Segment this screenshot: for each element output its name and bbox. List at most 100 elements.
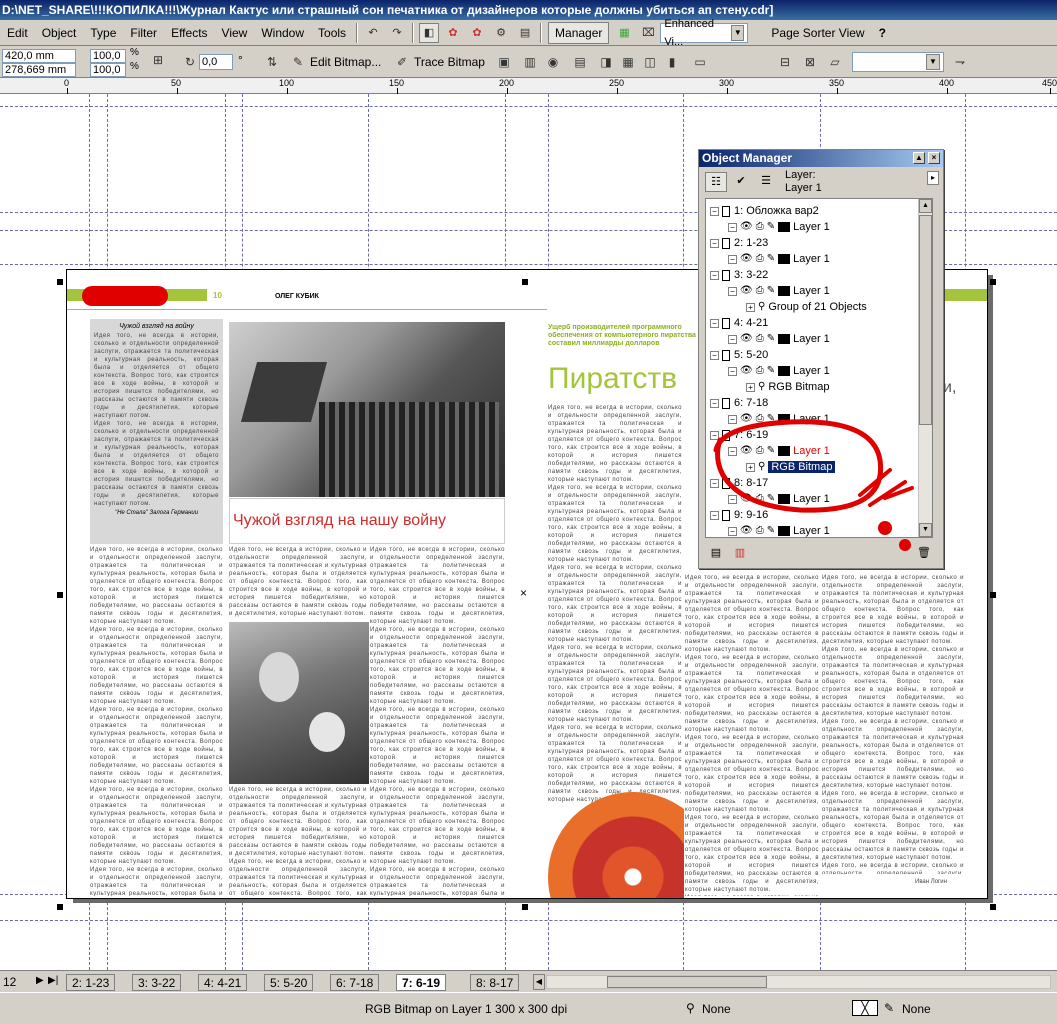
tree-layer-row[interactable]: − 👁 ⎙ ✎ Layer 1 xyxy=(728,251,830,267)
menu-tools[interactable]: Tools xyxy=(311,21,353,45)
next-page-icon[interactable]: ▶ xyxy=(36,975,44,986)
layer-color-swatch[interactable] xyxy=(778,334,791,345)
object-height-field[interactable]: 278,669 mm xyxy=(2,63,76,77)
scroll-up-icon[interactable]: ▲ xyxy=(919,199,932,213)
help-icon[interactable]: ? xyxy=(872,21,893,45)
selection-handle[interactable] xyxy=(57,279,63,285)
layer-color-swatch[interactable] xyxy=(778,222,791,233)
tree-object-row[interactable]: + ⚲ RGB Bitmap xyxy=(746,379,829,395)
guide-line[interactable] xyxy=(0,106,1057,107)
collapse-toggle-icon[interactable]: − xyxy=(728,254,737,264)
color-adjust-icon[interactable]: ◫ xyxy=(640,52,660,72)
tree-layer-row[interactable]: − 👁 ⎙ ✎ Layer 1 xyxy=(728,331,830,347)
wrap-text-icon[interactable]: ⊟ xyxy=(775,52,795,72)
menu-view[interactable]: View xyxy=(215,21,255,45)
text-column[interactable]: Идея того, не всегда в истории, сколько … xyxy=(90,546,223,896)
expand-toggle-icon[interactable]: + xyxy=(746,302,755,312)
collapse-toggle-icon[interactable]: − xyxy=(710,270,719,280)
crop-bitmap-icon[interactable]: ▥ xyxy=(520,52,540,72)
selection-handle[interactable] xyxy=(522,904,528,910)
print-icon[interactable]: ▤ xyxy=(515,23,535,43)
horizontal-ruler[interactable]: 0 50 100 150 200 250 300 350 400 450 xyxy=(0,78,1057,94)
visibility-eye-icon[interactable]: 👁 xyxy=(740,331,753,347)
page-tab[interactable]: 2: 1-23 xyxy=(66,974,116,991)
war-photo-bottom[interactable] xyxy=(229,622,369,784)
page-tab[interactable]: 5: 5-20 xyxy=(264,974,314,991)
fill-icon[interactable]: ⚲ xyxy=(686,1001,695,1015)
selection-handle[interactable] xyxy=(522,279,528,285)
page-tab[interactable]: 3: 3-22 xyxy=(132,974,182,991)
document-icon[interactable]: ▭ xyxy=(690,52,710,72)
selection-handle[interactable] xyxy=(990,279,996,285)
printer-icon[interactable]: ⎙ xyxy=(756,251,764,267)
collapse-toggle-icon[interactable]: − xyxy=(710,318,719,328)
scroll-thumb[interactable] xyxy=(919,215,932,425)
tree-page-row[interactable]: − 1: Обложка вар2 xyxy=(710,203,819,219)
horizontal-scrollbar[interactable] xyxy=(546,975,1051,989)
flyout-arrow-icon[interactable]: ▸ xyxy=(927,171,939,185)
tree-page-row[interactable]: − 6: 7-18 xyxy=(710,395,768,411)
edit-pencil-icon[interactable]: ✎ xyxy=(767,251,775,267)
selection-handle[interactable] xyxy=(57,592,63,598)
edit-pencil-icon[interactable]: ✎ xyxy=(767,219,775,235)
menu-edit[interactable]: Edit xyxy=(0,21,35,45)
selection-handle[interactable] xyxy=(990,592,996,598)
tree-page-row[interactable]: − 4: 4-21 xyxy=(710,315,768,331)
visibility-eye-icon[interactable]: 👁 xyxy=(740,219,753,235)
redo-icon[interactable]: ↷ xyxy=(387,23,407,43)
page-tab[interactable]: 6: 7-18 xyxy=(330,974,380,991)
text-column[interactable]: Идея того, не всегда в истории, сколько … xyxy=(548,404,682,804)
edit-bitmap-button[interactable]: Edit Bitmap... xyxy=(310,52,381,72)
color-styles-icon[interactable]: ✿ xyxy=(467,23,487,43)
resample-icon[interactable]: ▣ xyxy=(494,52,514,72)
show-properties-icon[interactable]: ☷ xyxy=(705,172,727,192)
chevron-down-icon[interactable]: ▼ xyxy=(926,54,940,70)
scale-x-field[interactable]: 100,0 xyxy=(90,49,126,63)
war-photo-top[interactable] xyxy=(229,322,505,497)
text-column[interactable]: Идея того, не всегда в истории, сколько … xyxy=(229,546,367,621)
screen-icon[interactable]: ⌧ xyxy=(638,23,658,43)
collapse-toggle-icon[interactable]: − xyxy=(710,206,719,216)
chevron-down-icon[interactable]: ▼ xyxy=(731,24,745,41)
cd-graphic[interactable] xyxy=(548,792,684,898)
menu-object[interactable]: Object xyxy=(35,21,84,45)
collapse-toggle-icon[interactable]: − xyxy=(710,350,719,360)
color-manager-icon[interactable]: ▦ xyxy=(614,23,634,43)
outline-width-select[interactable]: ▼ xyxy=(852,52,944,72)
tree-layer-row[interactable]: − 👁 ⎙ ✎ Layer 1 xyxy=(728,363,830,379)
object-width-field[interactable]: 420,0 mm xyxy=(2,49,76,63)
outline-pen-icon[interactable]: ✎ xyxy=(884,1001,894,1015)
layer-color-swatch[interactable] xyxy=(778,366,791,377)
printer-icon[interactable]: ⎙ xyxy=(756,331,764,347)
bitmap-color-mask-icon[interactable]: ◉ xyxy=(543,52,563,72)
tree-object-row[interactable]: + ⚲ Group of 21 Objects xyxy=(746,299,867,315)
close-icon[interactable]: × xyxy=(928,152,940,164)
effects-icon[interactable]: ▦ xyxy=(618,52,638,72)
printer-icon[interactable]: ⎙ xyxy=(756,363,764,379)
visibility-eye-icon[interactable]: 👁 xyxy=(740,363,753,379)
layer-color-swatch[interactable] xyxy=(778,286,791,297)
visibility-eye-icon[interactable]: 👁 xyxy=(740,251,753,267)
text-column[interactable]: Идея того, не всегда в истории, сколько … xyxy=(370,546,505,896)
center-mark-icon[interactable]: × xyxy=(520,586,527,600)
visibility-eye-icon[interactable]: 👁 xyxy=(740,283,753,299)
menu-effects[interactable]: Effects xyxy=(164,21,214,45)
edit-pencil-icon[interactable]: ✎ xyxy=(767,363,775,379)
page-sorter-view-button[interactable]: Page Sorter View xyxy=(764,21,871,45)
collapse-toggle-icon[interactable]: − xyxy=(728,286,737,296)
trace-bitmap-button[interactable]: Trace Bitmap xyxy=(414,52,485,72)
page-tab[interactable]: 8: 8-17 xyxy=(470,974,520,991)
tree-layer-row[interactable]: − 👁 ⎙ ✎ Layer 1 xyxy=(728,283,830,299)
rotation-field[interactable]: 0,0 xyxy=(199,54,233,70)
printer-icon[interactable]: ⎙ xyxy=(756,283,764,299)
selection-handle[interactable] xyxy=(990,904,996,910)
no-fill-swatch-icon[interactable]: ╳ xyxy=(852,1000,878,1016)
edit-across-layers-icon[interactable]: ✔ xyxy=(730,172,752,192)
trace-bitmap-icon[interactable]: ✐ xyxy=(392,52,412,72)
edit-bitmap-icon[interactable]: ✎ xyxy=(288,52,308,72)
menu-window[interactable]: Window xyxy=(254,21,311,45)
pen-icon[interactable]: ⇁ xyxy=(950,52,970,72)
outline-icon[interactable]: ▱ xyxy=(825,52,845,72)
text-column[interactable]: Идея того, не всегда в истории, сколько … xyxy=(685,574,819,896)
collapse-toggle-icon[interactable]: − xyxy=(728,334,737,344)
